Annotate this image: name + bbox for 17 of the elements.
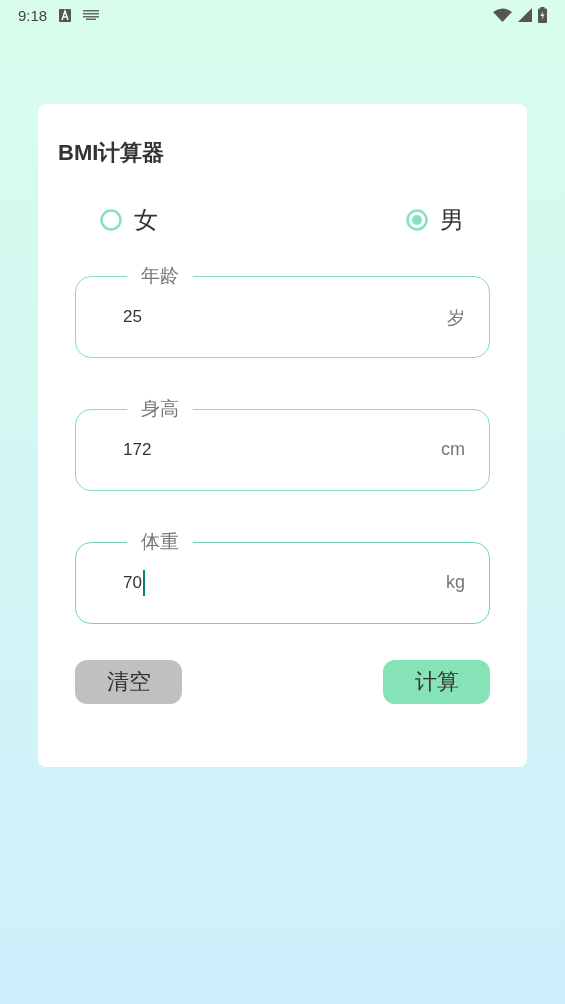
app-title: BMI计算器	[58, 139, 165, 167]
font-icon	[59, 8, 72, 22]
status-time: 9:18	[18, 6, 48, 24]
field-label: 身高	[127, 397, 193, 421]
field-label: 体重	[127, 530, 193, 554]
signal-icon	[518, 8, 532, 22]
wifi-icon	[493, 8, 512, 22]
unit-label: kg	[446, 572, 465, 593]
radio-option[interactable]: 男	[406, 204, 464, 236]
unit-label: 岁	[447, 307, 465, 330]
unit-label: cm	[441, 439, 465, 460]
field-label: 年龄	[127, 264, 193, 288]
clear-button[interactable]: 清空	[75, 660, 182, 704]
keyboard-icon	[83, 10, 100, 20]
radio-option[interactable]: 女	[100, 204, 158, 236]
calculate-button[interactable]: 计算	[383, 660, 490, 704]
battery-charging-icon	[538, 7, 547, 23]
